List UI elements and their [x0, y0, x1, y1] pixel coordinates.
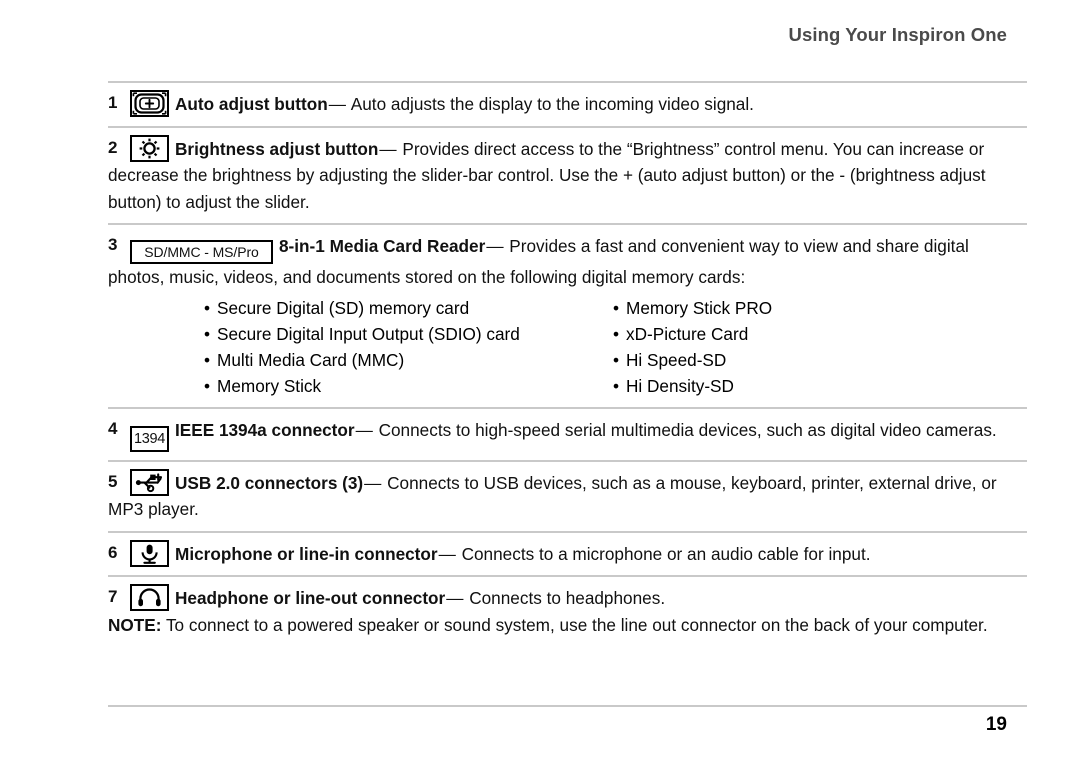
bullet-glyph: • [204, 297, 211, 318]
item-number: 6 [108, 542, 118, 562]
list-item: • Multi Media Card (MMC) [204, 347, 520, 373]
list-item-label: Memory Stick PRO [626, 297, 773, 318]
item-term: IEEE 1394a connector [175, 419, 355, 440]
footer-divider [108, 705, 1027, 707]
item-description: Auto adjusts the display to the incoming… [350, 94, 754, 114]
microphone-icon [130, 539, 169, 567]
item-number: 3 [108, 235, 118, 254]
bullet-glyph: • [204, 375, 211, 396]
memory-card-list-left-column: • Secure Digital (SD) memory card • Secure… [204, 295, 520, 399]
item-term: Headphone or line-out connector [175, 588, 446, 608]
bullet-glyph: • [613, 323, 620, 344]
list-item: 5 USB 2.0 connectors (3)— Connects to US… [108, 462, 1027, 531]
list-item-label: Hi Speed-SD [626, 349, 727, 370]
item-number: 2 [108, 137, 118, 157]
list-item-label: Secure Digital Input Output (SDIO) card [217, 323, 520, 344]
auto-adjust-icon [130, 90, 169, 117]
page-number: 19 [985, 714, 1007, 735]
page-title: Using Your Inspiron One [788, 24, 1007, 45]
bullet-glyph: • [613, 349, 620, 370]
memory-card-list-right-column: • Memory Stick PRO • xD-Picture Card • Hi S… [613, 295, 772, 399]
content-column: 1 Auto adjust button— Auto adjusts the d… [108, 81, 1027, 646]
headphone-icon [130, 584, 169, 611]
bullet-glyph: • [613, 297, 620, 318]
item-number: 4 [108, 418, 118, 438]
item-term: Microphone or line-in connector [175, 543, 438, 564]
item-dash: — [328, 94, 346, 114]
list-item-label: Secure Digital (SD) memory card [217, 297, 470, 318]
list-item: 6 Microphone or line-in connector— Conne… [108, 533, 1027, 576]
list-item: 4 1394 IEEE 1394a connector— Connects to h… [108, 409, 1027, 460]
list-item-label: Hi Density-SD [626, 375, 734, 396]
media-card-reader-icon: SD/MMC - MS/Pro [130, 240, 273, 264]
item-term: Brightness adjust button [175, 138, 379, 159]
item-dash: — [446, 588, 464, 608]
list-item: 3 SD/MMC - MS/Pro 8-in-1 Media Card Reader… [108, 225, 1027, 407]
list-item: • Memory Stick [204, 373, 520, 399]
item-term: Auto adjust button [175, 94, 328, 114]
item-dash: — [355, 419, 373, 440]
bullet-glyph: • [204, 323, 211, 344]
list-item-label: xD-Picture Card [626, 323, 749, 344]
list-item-label: Memory Stick [217, 375, 322, 396]
list-item: • Secure Digital Input Output (SDIO) card [204, 321, 520, 347]
bullet-glyph: • [204, 349, 211, 370]
list-item-label: Multi Media Card (MMC) [217, 349, 405, 370]
item-description: Connects to a microphone or an audio cab… [461, 543, 871, 564]
note-label: NOTE: [108, 614, 162, 635]
item-description: Connects to high-speed serial multimedia… [378, 419, 997, 440]
memory-card-list: • Secure Digital (SD) memory card • Secure… [108, 295, 1027, 399]
item-dash: — [379, 138, 397, 159]
item-number: 7 [108, 587, 118, 606]
document-page: Using Your Inspiron One 1 Auto adjust bu… [0, 0, 1080, 766]
brightness-icon [130, 134, 169, 162]
bullet-glyph: • [613, 375, 620, 396]
usb-icon [130, 468, 169, 496]
item-dash: — [364, 472, 382, 493]
list-item: 7 Headphone or line-out connector— Conne… [108, 577, 1027, 646]
item-number: 1 [108, 93, 118, 112]
list-item: • Hi Speed-SD [613, 347, 772, 373]
item-dash: — [438, 543, 456, 564]
list-item: • Secure Digital (SD) memory card [204, 295, 520, 321]
item-dash: — [486, 236, 504, 256]
list-item: • xD-Picture Card [613, 321, 772, 347]
list-item: 2 Brightness adjust button— Provides dir… [108, 128, 1027, 224]
list-item: • Memory Stick PRO [613, 295, 772, 321]
ieee-1394-icon: 1394 [130, 425, 169, 452]
item-number: 5 [108, 471, 118, 491]
item-term: 8-in-1 Media Card Reader [279, 236, 486, 256]
item-description: Connects to headphones. [469, 588, 666, 608]
list-item: • Hi Density-SD [613, 373, 772, 399]
item-term: USB 2.0 connectors (3) [175, 472, 364, 493]
note-text: To connect to a powered speaker or sound… [165, 614, 988, 635]
list-item: 1 Auto adjust button— Auto adjusts the d… [108, 83, 1027, 126]
